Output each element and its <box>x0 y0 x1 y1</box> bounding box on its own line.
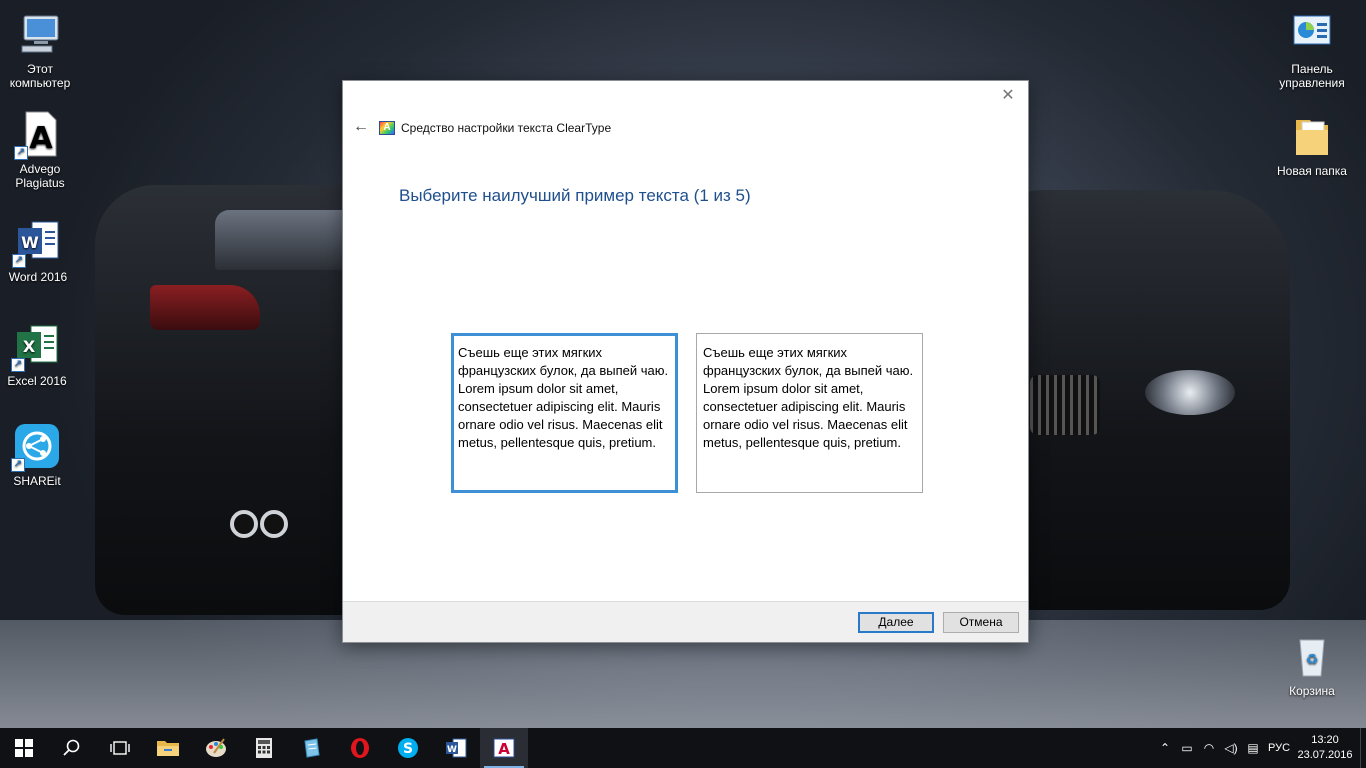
page-heading: Выберите наилучший пример текста (1 из 5… <box>399 186 751 205</box>
svg-text:X: X <box>23 337 36 356</box>
show-desktop-button[interactable] <box>1360 728 1366 768</box>
desktop-icon-advego[interactable]: A ↗ Advego Plagiatus <box>0 110 80 190</box>
taskbar-file-explorer[interactable] <box>144 728 192 768</box>
text-sample-2[interactable]: Съешь еще этих мягких французских булок,… <box>696 333 923 493</box>
clock[interactable]: 13:20 23.07.2016 <box>1294 733 1356 763</box>
sample-text: Съешь еще этих мягких французских булок,… <box>703 345 914 450</box>
search-icon <box>63 739 80 756</box>
text-sample-1[interactable]: Съешь еще этих мягких французских булок,… <box>451 333 678 493</box>
exhaust-pipe <box>230 510 258 538</box>
cleartype-dialog: ✕ ← A Средство настройки текста ClearTyp… <box>342 80 1029 643</box>
recycle-bin-icon: ♻ <box>1288 632 1336 680</box>
word-icon: W <box>446 738 467 758</box>
opera-icon <box>351 738 369 758</box>
language-indicator[interactable]: РУС <box>1264 742 1294 754</box>
car-headlight <box>1145 370 1235 415</box>
car-grille <box>1030 375 1100 435</box>
wifi-icon[interactable]: ◠ <box>1198 741 1220 755</box>
control-panel-icon <box>1288 10 1336 58</box>
taskbar: S W A ⌃ ▭ ◠ ◁) ▤ РУС 13:20 23.07.2016 <box>0 728 1366 768</box>
system-tray: ⌃ ▭ ◠ ◁) ▤ РУС 13:20 23.07.2016 <box>1154 728 1366 768</box>
cancel-button[interactable]: Отмена <box>943 612 1019 633</box>
app-title: Средство настройки текста ClearType <box>401 121 612 135</box>
desktop-icon-label: Панель управления <box>1279 62 1345 90</box>
next-button[interactable]: Далее <box>858 612 934 633</box>
shareit-icon: ↗ <box>11 422 61 472</box>
close-button[interactable]: ✕ <box>996 85 1020 107</box>
chevron-up-icon[interactable]: ⌃ <box>1154 741 1176 755</box>
notepad-icon <box>304 738 320 758</box>
cleartype-app-icon: A <box>379 121 395 135</box>
start-button[interactable] <box>0 728 48 768</box>
desktop-icon-control-panel[interactable]: Панель управления <box>1272 10 1352 90</box>
svg-text:W: W <box>447 745 457 755</box>
desktop-icon-label: SHAREit <box>13 474 61 488</box>
taskbar-word[interactable]: W <box>432 728 480 768</box>
shortcut-arrow-icon: ↗ <box>12 254 26 268</box>
dialog-footer: Далее Отмена <box>343 601 1028 642</box>
battery-icon[interactable]: ▭ <box>1176 741 1198 755</box>
car-taillight <box>150 285 260 330</box>
paint-palette-icon <box>206 738 226 757</box>
task-view-button[interactable] <box>96 728 144 768</box>
shortcut-arrow-icon: ↗ <box>11 458 25 472</box>
action-center-icon[interactable]: ▤ <box>1242 741 1264 755</box>
taskbar-cleartype[interactable]: A <box>480 728 528 768</box>
computer-icon <box>16 10 64 58</box>
desktop-icon-label: Этот компьютер <box>9 62 71 90</box>
desktop-icon-shareit[interactable]: ↗ SHAREit <box>0 422 77 488</box>
wallpaper-car-right <box>1000 190 1290 610</box>
clock-date: 23.07.2016 <box>1297 749 1353 761</box>
task-view-icon <box>110 741 130 755</box>
advego-icon: A ↗ <box>14 110 64 160</box>
shortcut-arrow-icon: ↗ <box>14 146 28 160</box>
desktop-icon-word[interactable]: W ↗ Word 2016 <box>0 218 78 284</box>
taskbar-paint[interactable] <box>192 728 240 768</box>
svg-text:W: W <box>21 233 39 252</box>
desktop-icon-label: Новая папка <box>1277 164 1347 178</box>
desktop-icon-recycle-bin[interactable]: ♻ Корзина <box>1272 632 1352 698</box>
calculator-icon <box>256 738 272 758</box>
dialog-header: ← A Средство настройки текста ClearType <box>349 117 611 139</box>
taskbar-calculator[interactable] <box>240 728 288 768</box>
volume-icon[interactable]: ◁) <box>1220 741 1242 755</box>
taskbar-notepad[interactable] <box>288 728 336 768</box>
desktop-icon-label: Корзина <box>1289 684 1335 698</box>
windows-icon <box>15 739 33 757</box>
clock-time: 13:20 <box>1311 734 1339 746</box>
desktop-icon-label: Excel 2016 <box>7 374 67 388</box>
desktop-icon-new-folder[interactable]: Новая папка <box>1272 112 1352 178</box>
exhaust-pipe <box>260 510 288 538</box>
word-icon: W ↗ <box>12 218 62 268</box>
taskbar-opera[interactable] <box>336 728 384 768</box>
desktop-icon-excel[interactable]: X ↗ Excel 2016 <box>0 322 77 388</box>
shortcut-arrow-icon: ↗ <box>11 358 25 372</box>
desktop-icon-label: Word 2016 <box>8 270 68 284</box>
skype-icon: S <box>398 738 418 758</box>
folder-icon <box>1288 112 1336 160</box>
folder-icon <box>157 741 179 756</box>
taskbar-skype[interactable]: S <box>384 728 432 768</box>
svg-text:A: A <box>29 121 53 156</box>
desktop-icon-this-pc[interactable]: Этот компьютер <box>0 10 80 90</box>
sample-text: Съешь еще этих мягких французских булок,… <box>458 345 669 450</box>
svg-text:♻: ♻ <box>1306 652 1319 668</box>
search-button[interactable] <box>48 728 96 768</box>
excel-icon: X ↗ <box>11 322 61 372</box>
svg-text:S: S <box>403 741 413 757</box>
svg-text:A: A <box>498 740 510 758</box>
desktop-icon-label: Advego Plagiatus <box>15 162 65 190</box>
cleartype-app-icon: A <box>493 738 515 758</box>
back-button[interactable]: ← <box>349 117 373 139</box>
